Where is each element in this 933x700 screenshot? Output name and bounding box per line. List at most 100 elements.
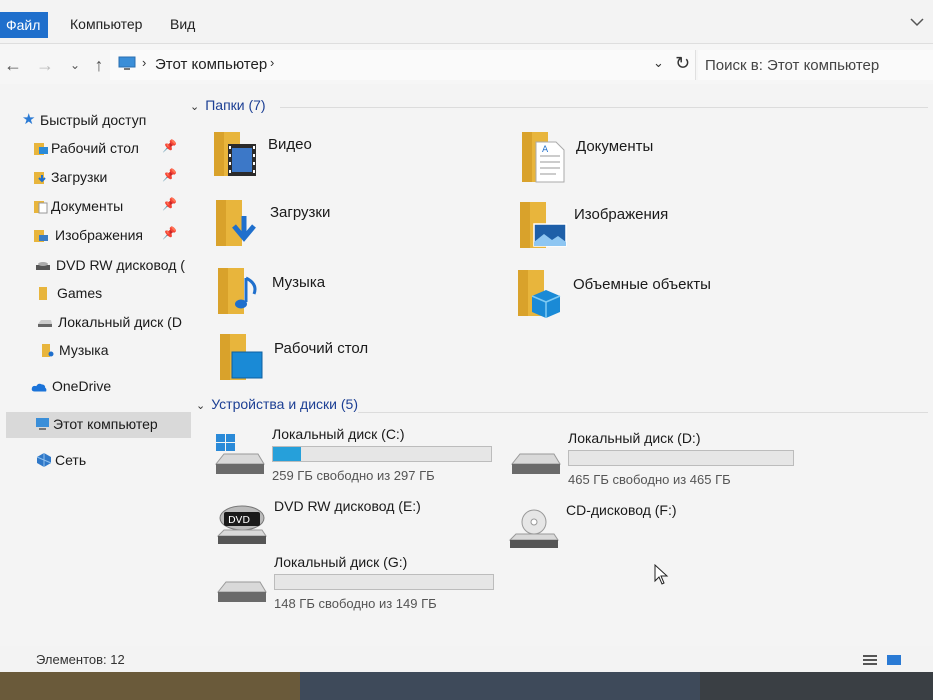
nav-item-dvd-drive[interactable]: DVD RW дисковод ( [0,253,186,279]
details-view-icon[interactable] [862,654,878,666]
folders-group-header[interactable]: ⌄ Папки (7) [190,97,266,113]
drive-icon [216,581,267,602]
breadcrumb-this-pc[interactable]: Этот компьютер [155,56,267,73]
nav-item-games[interactable]: Games [0,281,186,307]
search-placeholder: Поиск в: Этот компьютер [705,57,880,74]
3d-objects-folder-icon [518,270,561,318]
pictures-folder-icon [34,230,48,242]
nav-item-music[interactable]: Музыка [0,338,186,364]
nav-item-label: Games [57,285,103,301]
breadcrumb-chevron-icon[interactable]: › [270,55,274,70]
folder-label: Объемные объекты [573,276,711,293]
nav-item-label: Локальный диск (D [58,314,182,330]
downloads-folder-icon [34,172,46,184]
dvd-drive-icon [36,262,50,270]
nav-item-local-disk-d[interactable]: Локальный диск (D [0,310,186,336]
folder-pictures[interactable]: Изображения [518,198,808,258]
folder-documents[interactable]: A Документы [520,130,810,190]
folder-desktop[interactable]: Рабочий стол [218,330,508,390]
search-input[interactable]: Поиск в: Этот компьютер [698,50,933,80]
folder-label: Документы [576,138,654,155]
downloads-folder-icon [216,200,256,246]
desktop-folder-icon [34,143,48,155]
mouse-pointer-icon [654,564,669,585]
pictures-folder-icon [520,202,567,248]
collapse-chevron-icon[interactable]: ⌄ [190,100,199,113]
nav-item-downloads[interactable]: Загрузки 📌 [0,165,186,191]
address-dropdown-icon[interactable]: ⌄ [653,55,664,71]
back-arrow-icon[interactable]: ← [2,54,24,76]
pin-icon[interactable]: 📌 [162,197,177,211]
folder-3d-objects[interactable]: Объемные объекты [516,268,806,328]
drive-label: Локальный диск (D:) [568,430,701,446]
folder-label: Загрузки [270,204,331,221]
folder-music[interactable]: Музыка [216,264,506,324]
refresh-icon[interactable]: ↻ [675,53,690,74]
this-pc-icon [36,418,49,430]
folder-downloads[interactable]: Загрузки [214,196,504,256]
nav-item-documents[interactable]: Документы 📌 [0,194,186,220]
drive-g[interactable]: Локальный диск (G:) 148 ГБ свободно из 1… [216,554,516,614]
drives-group-header[interactable]: ⌄ Устройства и диски (5) [196,396,358,412]
status-bar: Элементов: 12 [0,646,933,672]
drive-label: CD-дисковод (F:) [566,502,677,518]
network-icon [36,453,52,467]
drive-usage-fill [273,447,302,461]
drives-group-title: Устройства и диски (5) [211,396,358,412]
drive-d[interactable]: Локальный диск (D:) 465 ГБ свободно из 4… [510,430,810,490]
pin-icon[interactable]: 📌 [162,139,177,153]
drive-c[interactable]: Локальный диск (C:) 259 ГБ свободно из 2… [214,426,514,486]
cd-drive-icon [508,509,559,548]
music-folder-icon [218,268,257,314]
folder-label: Музыка [272,274,326,291]
videos-folder-icon [214,132,256,176]
desktop-folder-icon [220,334,263,380]
folder-label: Рабочий стол [274,340,369,357]
desktop-background-strip [0,672,933,700]
drive-usage-bar [568,450,794,466]
group-divider [280,107,928,108]
nav-item-label: Документы [51,198,124,214]
nav-item-label: Сеть [55,452,87,468]
desktop-background-segment [0,672,300,700]
nav-item-desktop[interactable]: Рабочий стол 📌 [0,136,186,162]
up-arrow-icon[interactable]: ↑ [88,54,110,76]
collapse-chevron-icon[interactable]: ⌄ [196,399,205,412]
nav-quick-access[interactable]: ★ Быстрый доступ [0,108,186,134]
recent-locations-chevron-icon[interactable]: ⌄ [64,54,86,76]
dvd-drive-icon: DVD [216,505,267,544]
nav-item-label: Изображения [55,227,143,243]
large-icons-view-icon[interactable] [886,654,902,666]
navigation-pane: ★ Быстрый доступ Рабочий стол 📌 Загрузки… [0,96,191,646]
address-bar-row: ← → ⌄ ↑ › Этот компьютер › ⌄ ↻ Поиск в: … [0,44,933,84]
tab-view[interactable]: Вид [160,10,205,38]
drive-label: Локальный диск (C:) [272,426,405,442]
tab-computer[interactable]: Компьютер [60,10,152,38]
ribbon-expand-chevron-icon[interactable] [909,14,925,30]
nav-item-pictures[interactable]: Изображения 📌 [0,223,186,249]
documents-folder-icon [34,201,48,214]
drive-f-cd[interactable]: CD-дисковод (F:) [508,502,808,562]
drive-usage-bar [274,574,494,590]
drive-icon [38,320,52,327]
nav-item-network[interactable]: Сеть [0,448,186,474]
forward-arrow-icon[interactable]: → [34,54,56,76]
nav-item-label: Рабочий стол [51,140,139,156]
documents-folder-icon: A [522,132,565,183]
pin-icon[interactable]: 📌 [162,226,177,240]
items-count: Элементов: 12 [36,652,125,667]
drive-e-dvd[interactable]: DVD DVD RW дисковод (E:) [216,498,516,558]
content-pane: ⌄ Папки (7) Видео A Документы Загрузки И… [186,84,933,646]
group-divider [358,412,928,413]
pin-icon[interactable]: 📌 [162,168,177,182]
music-folder-icon [42,344,54,357]
tab-file[interactable]: Файл [0,12,49,38]
folder-videos[interactable]: Видео [212,128,502,188]
nav-item-label: DVD RW дисковод ( [56,257,185,273]
nav-quick-access-label: Быстрый доступ [40,112,147,128]
nav-item-this-pc[interactable]: Этот компьютер [6,412,191,438]
drive-free-space: 148 ГБ свободно из 149 ГБ [274,596,437,611]
breadcrumb-separator-icon[interactable]: › [142,55,146,70]
address-field[interactable]: › Этот компьютер › ⌄ ↻ [110,50,696,80]
nav-item-onedrive[interactable]: OneDrive [0,374,186,400]
